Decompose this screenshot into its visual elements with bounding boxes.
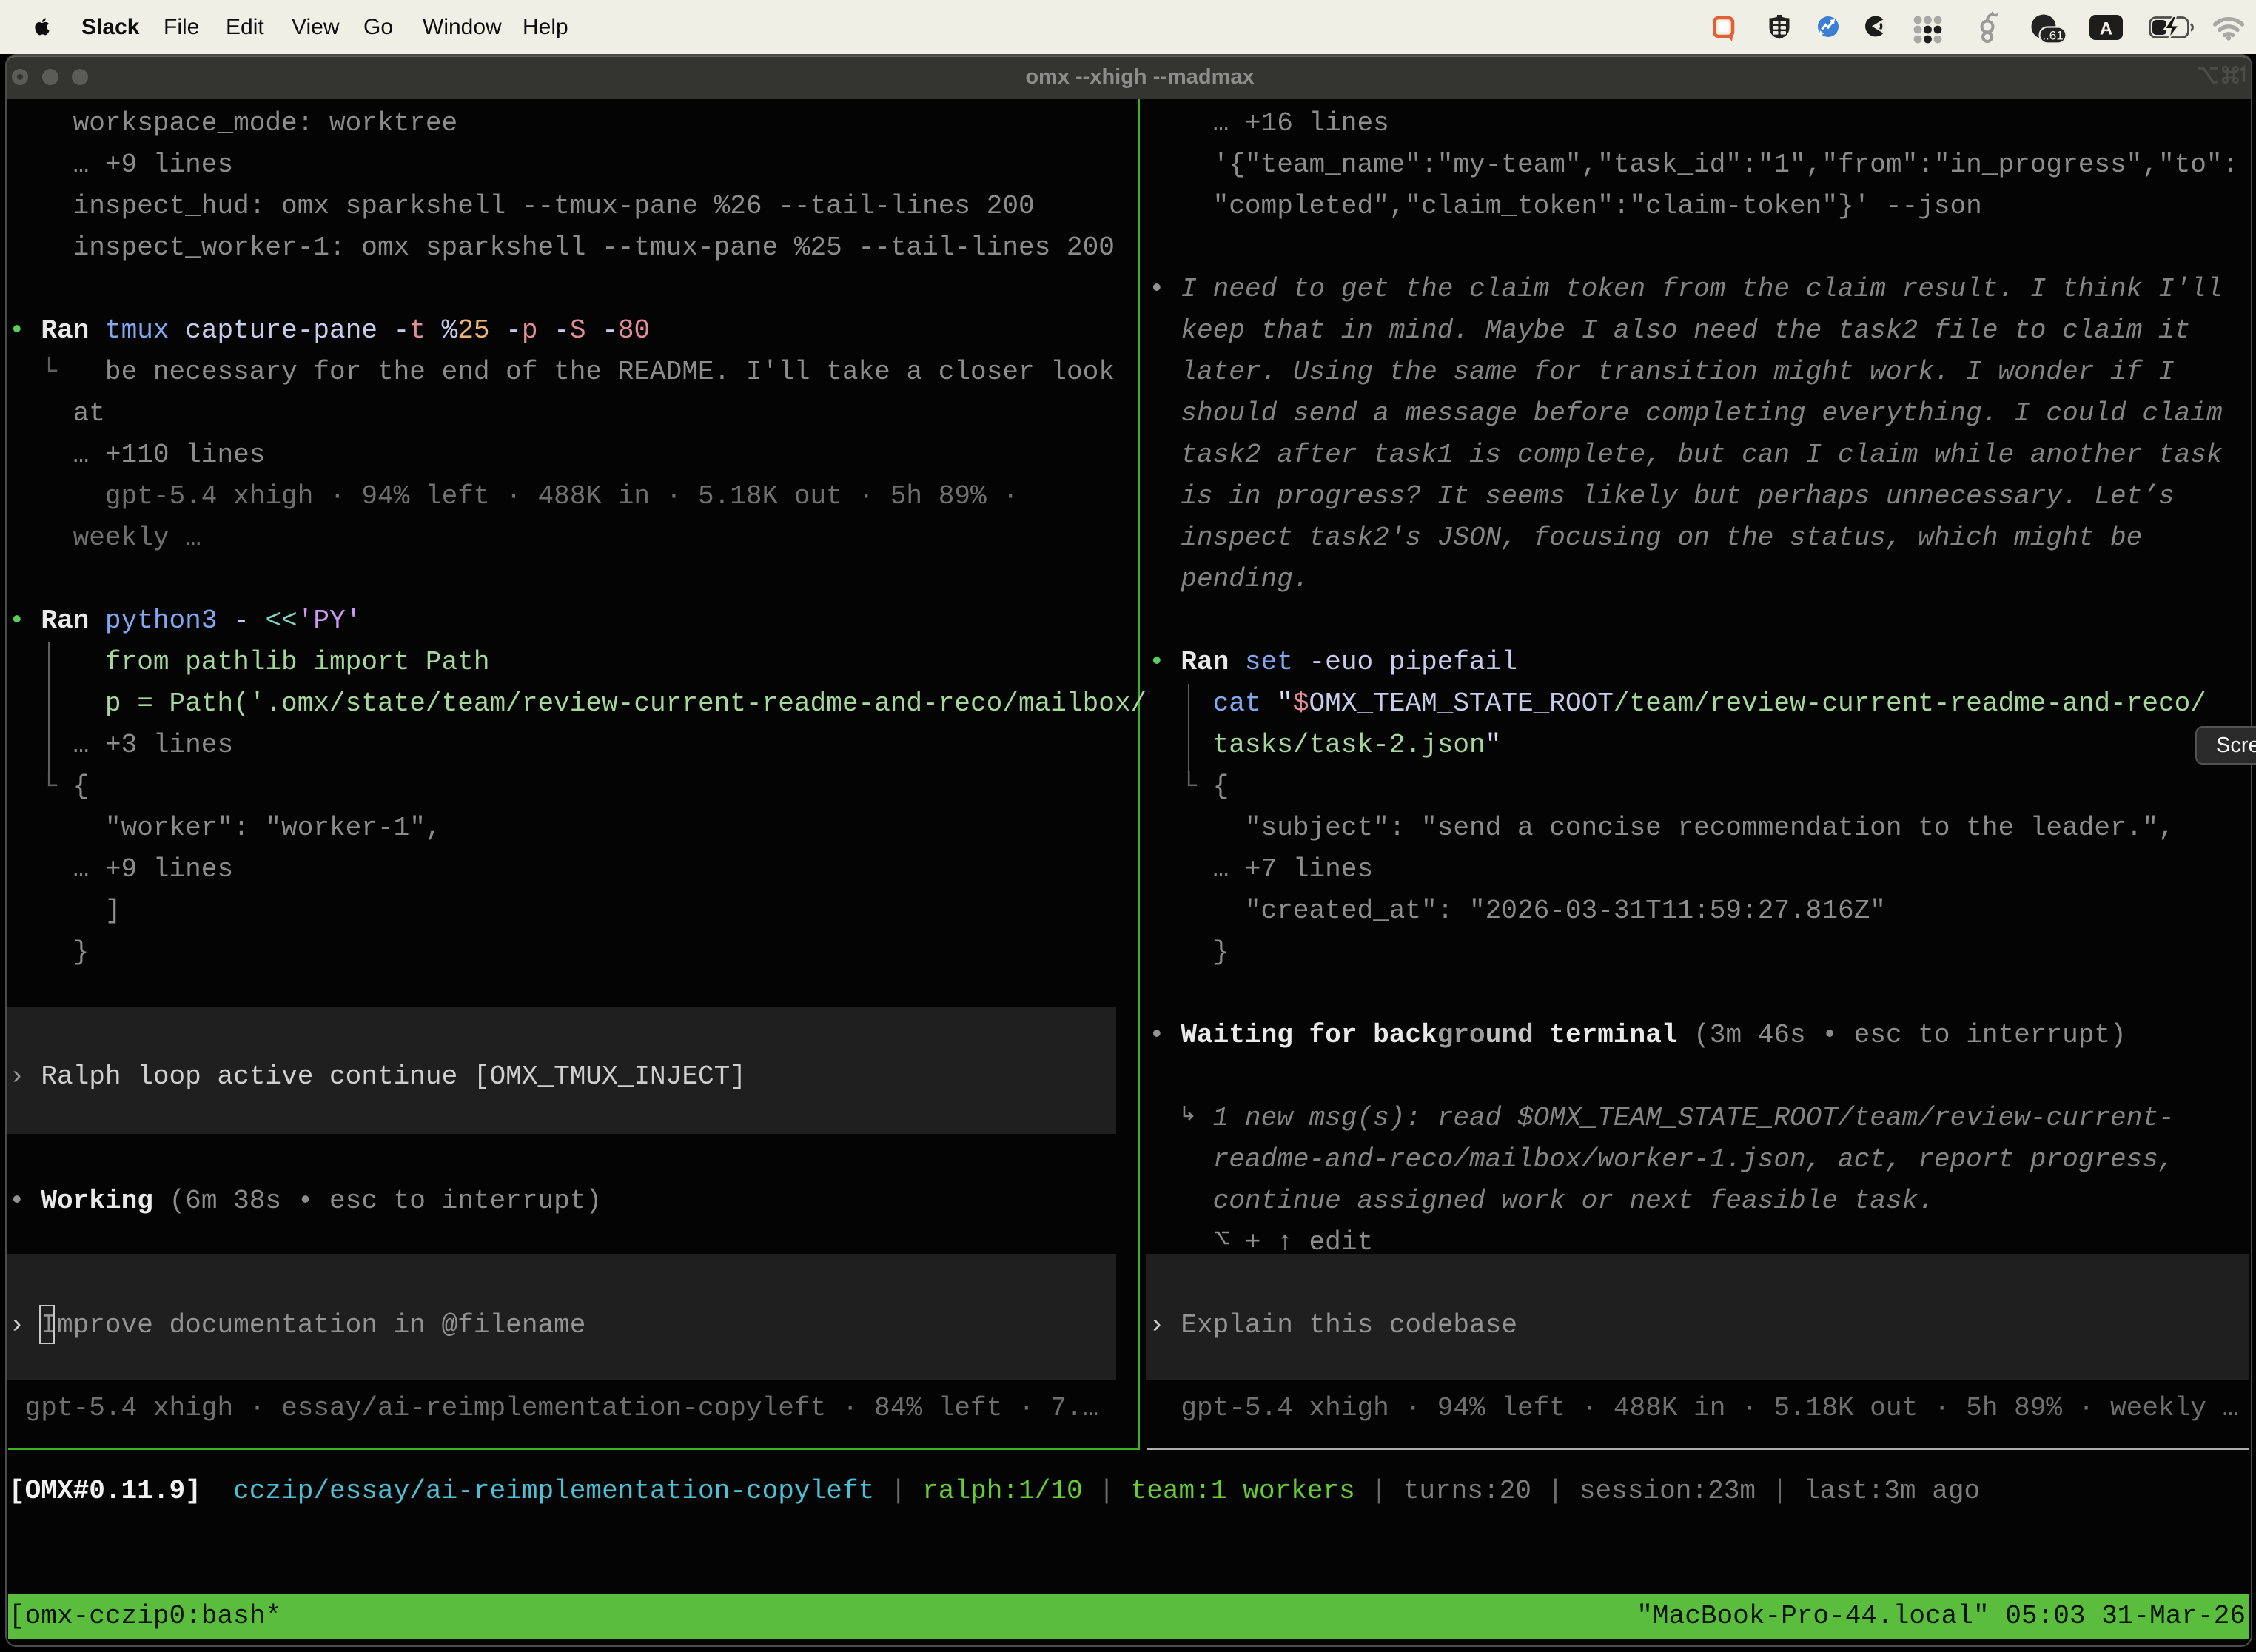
svg-text:A: A xyxy=(2100,19,2112,39)
svg-text:..61: ..61 xyxy=(2042,29,2063,43)
